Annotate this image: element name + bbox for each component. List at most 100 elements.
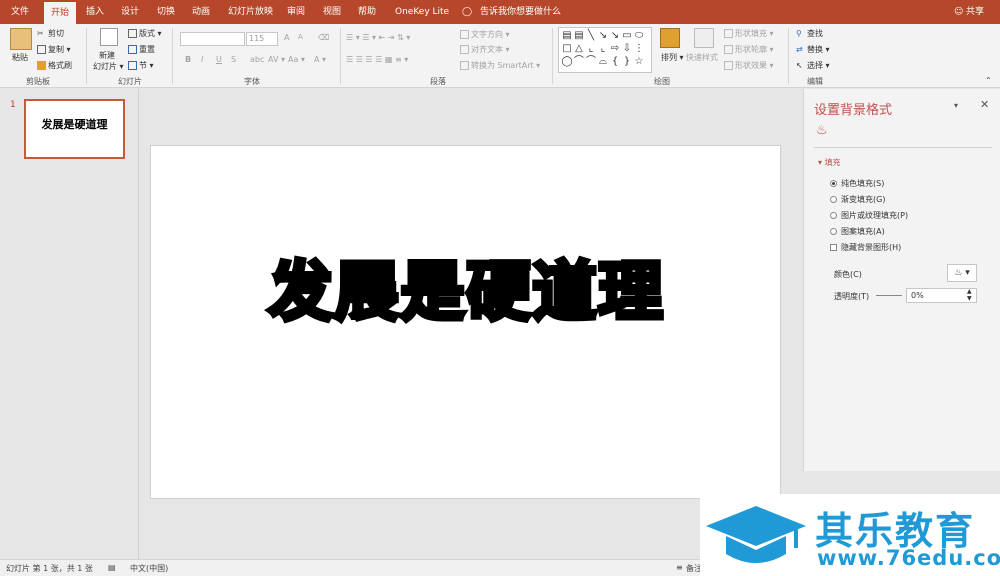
copy-button[interactable]: 复制 ▾ xyxy=(37,44,71,55)
shapes-gallery[interactable]: ▤ ▤ ╲ ↘ ↘ ▭ ⬭ □ △ ⌞ ⌞ ⇨ ⇩ ⋮ ◯ ⌒ ⌒ ⌓{} ☆ xyxy=(558,27,652,73)
align-icons[interactable]: ☰ ☰ ☰ ☰ ▦ ≡ ▾ xyxy=(346,55,408,64)
pattern-fill-option[interactable]: 图案填充(A) xyxy=(830,226,885,237)
text-direction-button[interactable]: 文字方向 ▾ xyxy=(460,29,510,40)
collapse-ribbon-icon[interactable]: ⌃ xyxy=(985,76,992,85)
slide-canvas[interactable]: 发展是硬道理 xyxy=(150,145,781,499)
arrow-icon[interactable]: ↘ xyxy=(597,29,609,42)
quick-styles-button[interactable]: 快速样式 xyxy=(686,52,718,63)
menu-slideshow[interactable]: 幻灯片放映 xyxy=(228,0,273,24)
menu-view[interactable]: 视图 xyxy=(323,0,341,24)
smartart-button[interactable]: 转换为 SmartArt ▾ xyxy=(460,60,540,71)
replace-button[interactable]: ⇄ 替换 ▾ xyxy=(796,44,830,55)
textbox-icon[interactable]: ▤ xyxy=(573,29,585,42)
spellcheck-icon[interactable]: ▤ xyxy=(108,563,116,572)
brace-icon[interactable]: { xyxy=(609,55,621,68)
shape-icon[interactable]: ◯ xyxy=(561,55,573,68)
increase-font-button[interactable]: A xyxy=(284,33,289,42)
clear-format-icon[interactable]: ⌫ xyxy=(318,33,329,42)
fill-section-header[interactable]: ▾ 填充 xyxy=(818,157,841,168)
radio[interactable] xyxy=(830,212,837,219)
line-icon[interactable]: ╲ xyxy=(585,29,597,42)
textbox-icon[interactable]: ▤ xyxy=(561,29,573,42)
decrease-font-button[interactable]: A xyxy=(298,33,303,41)
transparency-slider[interactable] xyxy=(876,295,902,296)
checkbox[interactable] xyxy=(830,244,837,251)
arrow-right-icon[interactable]: ⇨ xyxy=(609,42,621,55)
arc-icon[interactable]: ⌒ xyxy=(585,55,597,68)
brush-icon xyxy=(37,61,46,70)
bold-button[interactable]: B xyxy=(185,55,191,64)
shape-effects-button[interactable]: 形状效果 ▾ xyxy=(724,60,774,71)
slide-title[interactable]: 发展是硬道理 xyxy=(151,241,782,333)
star-icon[interactable]: ☆ xyxy=(633,55,645,68)
pane-options-icon[interactable]: ▾ xyxy=(954,101,958,110)
arrow-down-icon[interactable]: ⇩ xyxy=(621,42,633,55)
hide-background-option[interactable]: 隐藏背景图形(H) xyxy=(830,242,901,253)
menu-home[interactable]: 开始 xyxy=(44,2,77,24)
connector-icon[interactable]: ⌞ xyxy=(597,42,609,55)
menu-review[interactable]: 审阅 xyxy=(287,0,305,24)
curve-icon[interactable]: ⌒ xyxy=(573,55,585,68)
font-size-input[interactable]: 115 xyxy=(246,32,278,46)
elbow-icon[interactable]: ↘ xyxy=(609,29,621,42)
radio[interactable] xyxy=(830,228,837,235)
section-button[interactable]: 节 ▾ xyxy=(128,60,154,71)
radio[interactable] xyxy=(830,196,837,203)
align-text-label: 对齐文本 xyxy=(471,45,503,54)
fill-bucket-icon[interactable]: ♨ xyxy=(816,123,832,139)
menu-transitions[interactable]: 切换 xyxy=(157,0,175,24)
rectangle-icon[interactable]: ▭ xyxy=(621,29,633,42)
rectangle-icon[interactable]: □ xyxy=(561,42,573,55)
font-color-icon[interactable]: A ▾ xyxy=(314,55,326,64)
bullets-icon[interactable]: ☰ ▾ ☰ ▾ ⇤ ⇥ ⇅ ▾ xyxy=(346,33,410,42)
thumbnail-text: 发展是硬道理 xyxy=(41,118,108,131)
spin-icon[interactable]: ▲ ▼ xyxy=(967,288,972,302)
slide-thumbnail[interactable]: 发展是硬道理 xyxy=(24,99,125,159)
brace-icon[interactable]: } xyxy=(621,55,633,68)
align-text-button[interactable]: 对齐文本 ▾ xyxy=(460,44,510,55)
font-name-input[interactable] xyxy=(180,32,245,46)
menu-design[interactable]: 设计 xyxy=(121,0,139,24)
shadow-button[interactable]: S xyxy=(231,55,236,64)
italic-button[interactable]: I xyxy=(201,55,203,64)
menu-animations[interactable]: 动画 xyxy=(192,0,210,24)
shape-fill-button[interactable]: 形状填充 ▾ xyxy=(724,28,774,39)
char-spacing-icon[interactable]: AV ▾ xyxy=(268,55,285,64)
strikethrough-icon[interactable]: abc xyxy=(250,55,264,64)
radio-selected[interactable] xyxy=(830,180,837,187)
reset-button[interactable]: 重置 xyxy=(128,44,155,55)
curve-icon[interactable]: ⌓ xyxy=(597,55,609,68)
oval-icon[interactable]: ⬭ xyxy=(633,29,645,42)
new-slide-label1[interactable]: 新建 xyxy=(99,50,115,61)
find-button[interactable]: ⚲ 查找 xyxy=(796,28,823,39)
color-picker-button[interactable]: ♨ ▾ xyxy=(947,264,977,282)
format-painter-button[interactable]: 格式刷 xyxy=(37,60,72,71)
paste-button[interactable]: 粘贴 xyxy=(12,52,28,63)
select-button[interactable]: ↖ 选择 ▾ xyxy=(796,60,830,71)
change-case-icon[interactable]: Aa ▾ xyxy=(288,55,305,64)
notes-icon[interactable]: ≡ xyxy=(676,563,683,572)
shape-outline-button[interactable]: 形状轮廓 ▾ xyxy=(724,44,774,55)
share-button[interactable]: 共享 xyxy=(966,0,984,24)
cursor-icon: ↖ xyxy=(796,61,803,70)
tell-me-search[interactable]: 告诉我你想要做什么 xyxy=(480,0,561,24)
underline-button[interactable]: U xyxy=(216,55,222,64)
more-icon[interactable]: ⋮ xyxy=(633,42,645,55)
language-indicator[interactable]: 中文(中国) xyxy=(130,563,168,574)
menu-insert[interactable]: 插入 xyxy=(86,0,104,24)
shape-outline-label: 形状轮廓 xyxy=(735,45,767,54)
menu-onekey[interactable]: OneKey Lite xyxy=(395,0,449,24)
reset-icon xyxy=(128,45,137,54)
cut-button[interactable]: ✂ 剪切 xyxy=(37,28,64,39)
layout-button[interactable]: 版式 ▾ xyxy=(128,28,162,39)
menu-file[interactable]: 文件 xyxy=(11,0,29,24)
close-icon[interactable]: ✕ xyxy=(980,98,989,111)
triangle-icon[interactable]: △ xyxy=(573,42,585,55)
connector-icon[interactable]: ⌞ xyxy=(585,42,597,55)
menu-help[interactable]: 帮助 xyxy=(358,0,376,24)
gradient-fill-option[interactable]: 渐变填充(G) xyxy=(830,194,885,205)
solid-fill-option[interactable]: 纯色填充(S) xyxy=(830,178,884,189)
new-slide-button[interactable]: 幻灯片 ▾ xyxy=(93,61,124,72)
arrange-button[interactable]: 排列 ▾ xyxy=(661,52,684,63)
picture-fill-option[interactable]: 图片或纹理填充(P) xyxy=(830,210,908,221)
